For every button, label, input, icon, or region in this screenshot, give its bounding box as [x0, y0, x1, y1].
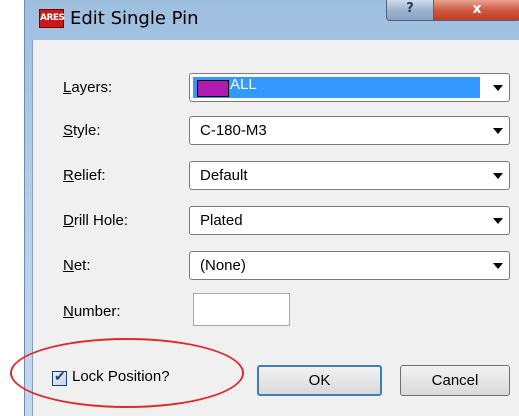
chevron-down-icon[interactable]: [493, 128, 503, 134]
drill-hole-value: Plated: [200, 212, 243, 229]
close-icon: x: [472, 1, 482, 17]
drill-hole-label: Drill Hole:: [63, 212, 129, 229]
style-dropdown[interactable]: C-180-M3: [189, 116, 510, 145]
cancel-button[interactable]: Cancel: [400, 365, 510, 396]
layers-dropdown[interactable]: ALL: [189, 73, 510, 102]
relief-label: Relief:: [63, 167, 106, 184]
help-icon: ?: [406, 1, 414, 16]
chevron-down-icon[interactable]: [493, 263, 503, 269]
title-bar[interactable]: ARES Edit Single Pin ? x: [24, 0, 519, 40]
chevron-down-icon[interactable]: [493, 218, 503, 224]
net-dropdown[interactable]: (None): [189, 251, 510, 280]
number-field[interactable]: [193, 293, 290, 326]
annotation-ellipse: [10, 338, 244, 408]
layers-label: Layers:: [63, 79, 113, 96]
close-button[interactable]: x: [433, 0, 519, 21]
help-button[interactable]: ?: [386, 0, 434, 21]
relief-dropdown[interactable]: Default: [189, 161, 510, 190]
window-title: Edit Single Pin: [70, 8, 199, 29]
ok-button[interactable]: OK: [257, 365, 382, 396]
layer-color-swatch: [197, 80, 229, 97]
chevron-down-icon[interactable]: [493, 173, 503, 179]
number-label: Number:: [63, 303, 121, 320]
ares-app-icon: ARES: [39, 9, 65, 28]
layers-value: ALL: [230, 76, 257, 93]
net-value: (None): [200, 257, 246, 274]
relief-value: Default: [200, 167, 248, 184]
chevron-down-icon[interactable]: [493, 85, 503, 91]
drill-hole-dropdown[interactable]: Plated: [189, 206, 510, 235]
style-value: C-180-M3: [200, 122, 267, 139]
net-label: Net:: [63, 257, 91, 274]
style-label: Style:: [63, 122, 101, 139]
